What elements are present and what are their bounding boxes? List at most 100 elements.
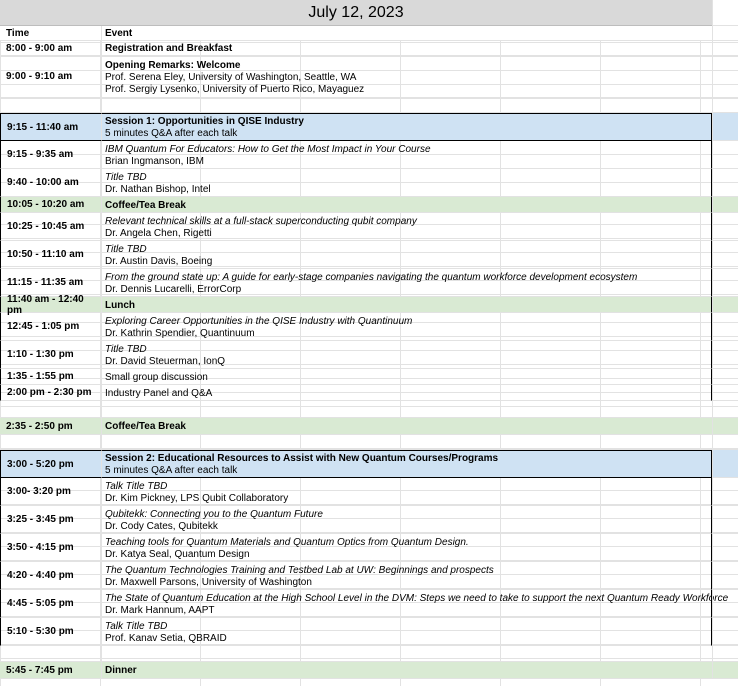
time-cell[interactable]: 4:20 - 4:40 pm (0, 562, 102, 590)
event-cell[interactable]: The Quantum Technologies Training and Te… (102, 562, 712, 590)
extra-cell[interactable] (712, 41, 738, 56)
extra-cell[interactable] (712, 369, 738, 385)
extra-cell[interactable] (712, 269, 738, 297)
header-row: Time Event (0, 26, 738, 41)
extra-cell[interactable] (712, 506, 738, 534)
extra-cell[interactable] (712, 56, 738, 98)
extra-cell[interactable] (712, 562, 738, 590)
extra-cell[interactable] (712, 113, 738, 141)
event-detail: Prof. Sergiy Lysenko, University of Puer… (105, 83, 365, 95)
event-cell[interactable]: Registration and Breakfast (102, 41, 712, 56)
event-title: Talk Title TBD (105, 620, 168, 632)
event-title: Relevant technical skills at a full-stac… (105, 215, 417, 227)
extra-cell[interactable] (712, 197, 738, 213)
event-cell[interactable]: Small group discussion (102, 369, 712, 385)
extra-cell[interactable] (712, 418, 738, 435)
event-title: Dinner (105, 665, 137, 676)
time-cell[interactable] (0, 401, 102, 418)
time-cell[interactable]: 9:40 - 10:00 am (0, 169, 102, 197)
event-cell[interactable]: Teaching tools for Quantum Materials and… (102, 534, 712, 562)
extra-cell[interactable] (712, 0, 738, 26)
extra-cell[interactable] (712, 385, 738, 401)
event-cell[interactable]: Session 2: Educational Resources to Assi… (102, 450, 712, 478)
time-cell[interactable]: 12:45 - 1:05 pm (0, 313, 102, 341)
time-cell[interactable]: 11:40 am - 12:40 pm (0, 294, 102, 316)
extra-cell[interactable] (712, 98, 738, 113)
event-cell[interactable] (102, 401, 712, 418)
blank-row (0, 98, 738, 113)
extra-cell[interactable] (712, 213, 738, 241)
time-cell[interactable]: 2:00 pm - 2:30 pm (0, 385, 102, 401)
time-cell[interactable]: 3:25 - 3:45 pm (0, 506, 102, 534)
event-title: Title TBD (105, 243, 147, 255)
time-cell[interactable]: 9:15 - 11:40 am (0, 113, 102, 141)
event-cell[interactable]: The State of Quantum Education at the Hi… (102, 590, 728, 618)
event-cell[interactable]: Coffee/Tea Break (102, 418, 712, 435)
extra-cell[interactable] (712, 450, 738, 478)
event-cell[interactable] (102, 435, 712, 450)
extra-cell[interactable] (712, 341, 738, 369)
event-cell[interactable]: Industry Panel and Q&A (102, 385, 712, 401)
event-cell[interactable] (102, 98, 712, 113)
schedule-row: 12:45 - 1:05 pm Exploring Career Opportun… (0, 313, 738, 341)
event-cell[interactable]: Coffee/Tea Break (102, 197, 712, 213)
event-title: Teaching tools for Quantum Materials and… (105, 536, 469, 548)
time-cell[interactable]: 9:15 - 9:35 am (0, 141, 102, 169)
extra-cell[interactable] (712, 141, 738, 169)
time-cell[interactable]: 3:00 - 5:20 pm (0, 450, 102, 478)
event-cell[interactable]: Title TBD Dr. David Steuerman, IonQ (102, 341, 712, 369)
event-cell[interactable]: From the ground state up: A guide for ea… (102, 269, 712, 297)
time-cell[interactable]: 2:35 - 2:50 pm (0, 418, 102, 435)
time-cell[interactable] (0, 435, 102, 450)
event-cell[interactable]: Session 1: Opportunities in QISE Industr… (102, 113, 712, 141)
time-cell[interactable]: 1:35 - 1:55 pm (0, 369, 102, 385)
extra-cell[interactable] (712, 241, 738, 269)
time-cell[interactable]: 10:05 - 10:20 am (0, 197, 102, 213)
event-cell[interactable]: Lunch (102, 297, 712, 313)
time-cell[interactable]: 1:10 - 1:30 pm (0, 341, 102, 369)
time-cell[interactable]: 9:00 - 9:10 am (0, 56, 102, 98)
extra-cell[interactable] (712, 590, 738, 618)
extra-cell[interactable] (712, 646, 738, 662)
extra-cell[interactable] (712, 618, 738, 646)
header-event-cell[interactable]: Event (102, 26, 712, 41)
event-cell[interactable]: Exploring Career Opportunities in the QI… (102, 313, 712, 341)
event-cell[interactable]: Title TBD Dr. Nathan Bishop, Intel (102, 169, 712, 197)
title-row: July 12, 2023 (0, 0, 738, 26)
extra-cell[interactable] (712, 169, 738, 197)
event-cell[interactable]: IBM Quantum For Educators: How to Get th… (102, 141, 712, 169)
extra-cell[interactable] (712, 662, 738, 679)
event-detail: Brian Ingmanson, IBM (105, 155, 204, 167)
extra-cell[interactable] (712, 297, 738, 313)
event-cell[interactable]: Title TBD Dr. Austin Davis, Boeing (102, 241, 712, 269)
time-cell[interactable]: 10:50 - 11:10 am (0, 241, 102, 269)
time-cell[interactable] (0, 646, 102, 662)
time-cell[interactable]: 3:00- 3:20 pm (0, 478, 102, 506)
event-detail: Dr. Dennis Lucarelli, ErrorCorp (105, 283, 242, 295)
time-cell[interactable]: 10:25 - 10:45 am (0, 213, 102, 241)
time-cell[interactable]: 8:00 - 9:00 am (0, 41, 102, 56)
sheet-title[interactable]: July 12, 2023 (0, 0, 712, 26)
time-cell[interactable]: 5:10 - 5:30 pm (0, 618, 102, 646)
event-cell[interactable] (102, 646, 712, 662)
schedule-row: 9:00 - 9:10 am Opening Remarks: Welcome Pr… (0, 56, 738, 98)
event-cell[interactable]: Relevant technical skills at a full-stac… (102, 213, 712, 241)
extra-cell[interactable] (712, 478, 738, 506)
extra-cell[interactable] (712, 401, 738, 418)
time-cell[interactable]: 5:45 - 7:45 pm (0, 662, 102, 679)
event-cell[interactable]: Opening Remarks: Welcome Prof. Serena Ele… (102, 56, 712, 98)
event-cell[interactable]: Talk Title TBD Dr. Kim Pickney, LPS Qubit… (102, 478, 712, 506)
extra-cell[interactable] (712, 534, 738, 562)
extra-cell[interactable] (712, 313, 738, 341)
event-detail: Dr. Angela Chen, Rigetti (105, 227, 212, 239)
time-cell[interactable] (0, 98, 102, 113)
header-time-cell[interactable]: Time (0, 26, 102, 41)
event-cell[interactable]: Dinner (102, 662, 712, 679)
time-cell[interactable]: 3:50 - 4:15 pm (0, 534, 102, 562)
time-cell[interactable]: 4:45 - 5:05 pm (0, 590, 102, 618)
schedule-row: 10:25 - 10:45 am Relevant technical skill… (0, 213, 738, 241)
extra-cell[interactable] (712, 26, 738, 41)
event-cell[interactable]: Qubitekk: Connecting you to the Quantum … (102, 506, 712, 534)
event-cell[interactable]: Talk Title TBD Prof. Kanav Setia, QBRAID (102, 618, 712, 646)
extra-cell[interactable] (712, 435, 738, 450)
